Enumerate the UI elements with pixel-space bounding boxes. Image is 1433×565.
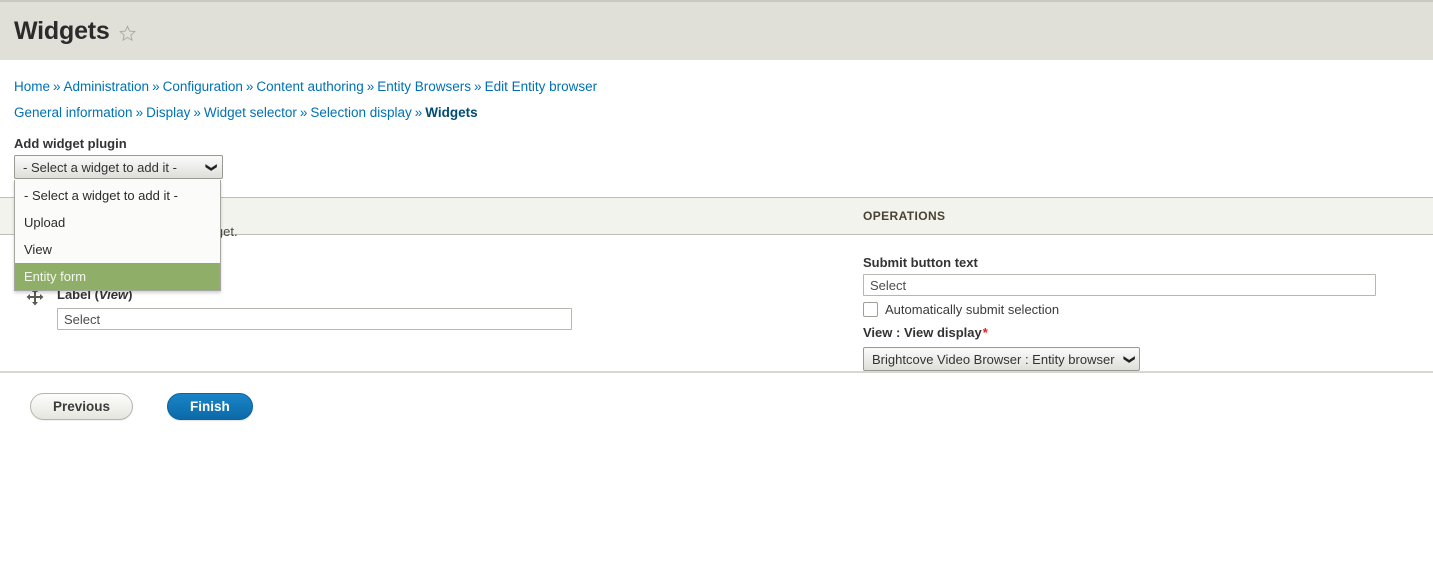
breadcrumb-separator: » bbox=[193, 105, 201, 120]
breadcrumb-separator: » bbox=[474, 79, 482, 94]
required-marker: * bbox=[982, 325, 988, 340]
view-display-label: View : View display* bbox=[863, 325, 1433, 340]
auto-submit-checkbox-row[interactable]: Automatically submit selection bbox=[863, 302, 1433, 317]
add-widget-plugin-select[interactable]: - Select a widget to add it - ❮ bbox=[14, 155, 223, 179]
breadcrumb-item-configuration[interactable]: Configuration bbox=[163, 79, 243, 94]
add-widget-plugin-label: Add widget plugin bbox=[14, 136, 127, 151]
previous-button[interactable]: Previous bbox=[30, 393, 134, 420]
dropdown-option-view[interactable]: View bbox=[15, 236, 220, 263]
add-widget-plugin-select-wrapper: - Select a widget to add it - ❮ - Select… bbox=[14, 155, 223, 291]
table-cell-operations: Submit button text Automatically submit … bbox=[845, 235, 1433, 371]
label-input[interactable] bbox=[57, 308, 572, 330]
breadcrumb-separator: » bbox=[245, 79, 254, 94]
star-outline-icon[interactable] bbox=[118, 24, 136, 42]
view-display-select[interactable]: Brightcove Video Browser : Entity browse… bbox=[863, 347, 1140, 371]
breadcrumb-item-home[interactable]: Home bbox=[14, 79, 50, 94]
view-display-label-text: View : View display bbox=[863, 325, 982, 340]
breadcrumb-item-entity-browsers[interactable]: Entity Browsers bbox=[377, 79, 471, 94]
form-actions: Previous Finish bbox=[0, 373, 1433, 420]
add-widget-plugin-field: Add widget plugin field browser's widget… bbox=[0, 136, 1433, 291]
breadcrumb-line-2: General information» Display» Widget selec… bbox=[14, 100, 1433, 126]
submit-button-text-label: Submit button text bbox=[863, 255, 978, 270]
finish-button[interactable]: Finish bbox=[167, 393, 253, 420]
breadcrumb: Home» Administration» Configuration» Conten… bbox=[0, 60, 1433, 126]
breadcrumb-separator: » bbox=[414, 105, 423, 120]
dropdown-option-upload[interactable]: Upload bbox=[15, 209, 220, 236]
dropdown-option-placeholder[interactable]: - Select a widget to add it - bbox=[15, 182, 220, 209]
breadcrumb-separator: » bbox=[152, 79, 160, 94]
page-title: Widgets bbox=[14, 16, 110, 45]
column-header-operations: OPERATIONS bbox=[863, 209, 946, 223]
view-display-select-value: Brightcove Video Browser : Entity browse… bbox=[872, 351, 1115, 367]
breadcrumb-separator: » bbox=[299, 105, 308, 120]
breadcrumb-item-selection-display[interactable]: Selection display bbox=[310, 105, 411, 120]
breadcrumb-separator: » bbox=[366, 79, 375, 94]
breadcrumb-item-administration[interactable]: Administration bbox=[64, 79, 150, 94]
breadcrumb-item-general-information[interactable]: General information bbox=[14, 105, 133, 120]
dropdown-option-entity-form[interactable]: Entity form bbox=[15, 263, 220, 290]
submit-button-text-input[interactable] bbox=[863, 274, 1376, 296]
breadcrumb-item-content-authoring[interactable]: Content authoring bbox=[256, 79, 363, 94]
breadcrumb-line-1: Home» Administration» Configuration» Conten… bbox=[14, 74, 1433, 100]
add-widget-plugin-dropdown[interactable]: - Select a widget to add it - Upload Vie… bbox=[14, 180, 221, 291]
breadcrumb-separator: » bbox=[135, 105, 144, 120]
page-title-band: Widgets bbox=[0, 2, 1433, 60]
chevron-down-icon: ❮ bbox=[1122, 354, 1135, 364]
chevron-down-icon: ❮ bbox=[204, 162, 217, 172]
breadcrumb-item-widget-selector[interactable]: Widget selector bbox=[204, 105, 297, 120]
breadcrumb-item-edit-entity-browser[interactable]: Edit Entity browser bbox=[485, 79, 598, 94]
breadcrumb-separator: » bbox=[53, 79, 61, 94]
auto-submit-label: Automatically submit selection bbox=[885, 302, 1060, 317]
breadcrumb-item-display[interactable]: Display bbox=[146, 105, 190, 120]
breadcrumb-item-widgets-current: Widgets bbox=[425, 105, 478, 120]
auto-submit-checkbox[interactable] bbox=[863, 302, 878, 317]
add-widget-plugin-select-value: - Select a widget to add it - bbox=[23, 159, 177, 175]
